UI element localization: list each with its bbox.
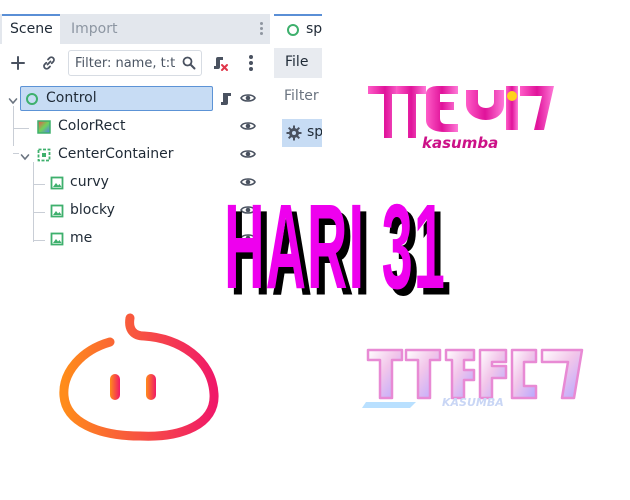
scene-filter: [68, 50, 202, 76]
scene-file-icon: [286, 23, 300, 41]
script-remove-icon[interactable]: [207, 48, 233, 78]
plus-icon[interactable]: [5, 48, 31, 78]
tree-item-label: CenterContainer: [58, 146, 174, 162]
tree-item-label: ColorRect: [58, 118, 126, 134]
scene-filter-input[interactable]: [69, 52, 181, 74]
pig-face-logo: [59, 313, 219, 441]
chevron-down-icon[interactable]: [8, 94, 22, 108]
tab-scene[interactable]: Scene: [2, 14, 60, 44]
control-node-icon: [25, 92, 39, 106]
search-icon: [182, 56, 196, 74]
kasumba-logo-magenta: kasumba: [368, 86, 554, 152]
kasumba-logo-pastel: KASUMBA: [362, 348, 584, 409]
tree-item-label: Control: [46, 90, 97, 106]
tab-script-file[interactable]: spl: [274, 14, 322, 44]
scene-toolbar: [0, 48, 270, 78]
kebab-menu-icon[interactable]: [238, 48, 264, 78]
color-rect-icon: [37, 120, 51, 134]
headline-art: HARI 31: [224, 178, 446, 313]
logo2-subtitle: KASUMBA: [442, 396, 504, 409]
file-menu-label: File: [285, 54, 309, 70]
texture-rect-icon: [50, 204, 64, 218]
tree-item-label: curvy: [70, 174, 109, 190]
logo1-subtitle: kasumba: [422, 134, 498, 152]
texture-rect-icon: [50, 232, 64, 246]
tab-import[interactable]: Import: [62, 14, 117, 44]
tree-item-label: blocky: [70, 202, 115, 218]
script-filter-input[interactable]: Filter S: [284, 88, 322, 104]
tab-script-file-label: spl: [306, 21, 322, 37]
scene-dock-tabbar: Scene Import: [0, 14, 270, 44]
chevron-down-icon[interactable]: [20, 150, 34, 164]
right-dock-tabbar: spl: [274, 14, 322, 44]
link-icon[interactable]: [36, 48, 62, 78]
texture-rect-icon: [50, 176, 64, 190]
center-container-icon: [37, 148, 51, 162]
dock-menu-icon[interactable]: [256, 20, 266, 38]
tree-item-label: me: [70, 230, 93, 246]
file-menu[interactable]: File: [274, 48, 322, 78]
